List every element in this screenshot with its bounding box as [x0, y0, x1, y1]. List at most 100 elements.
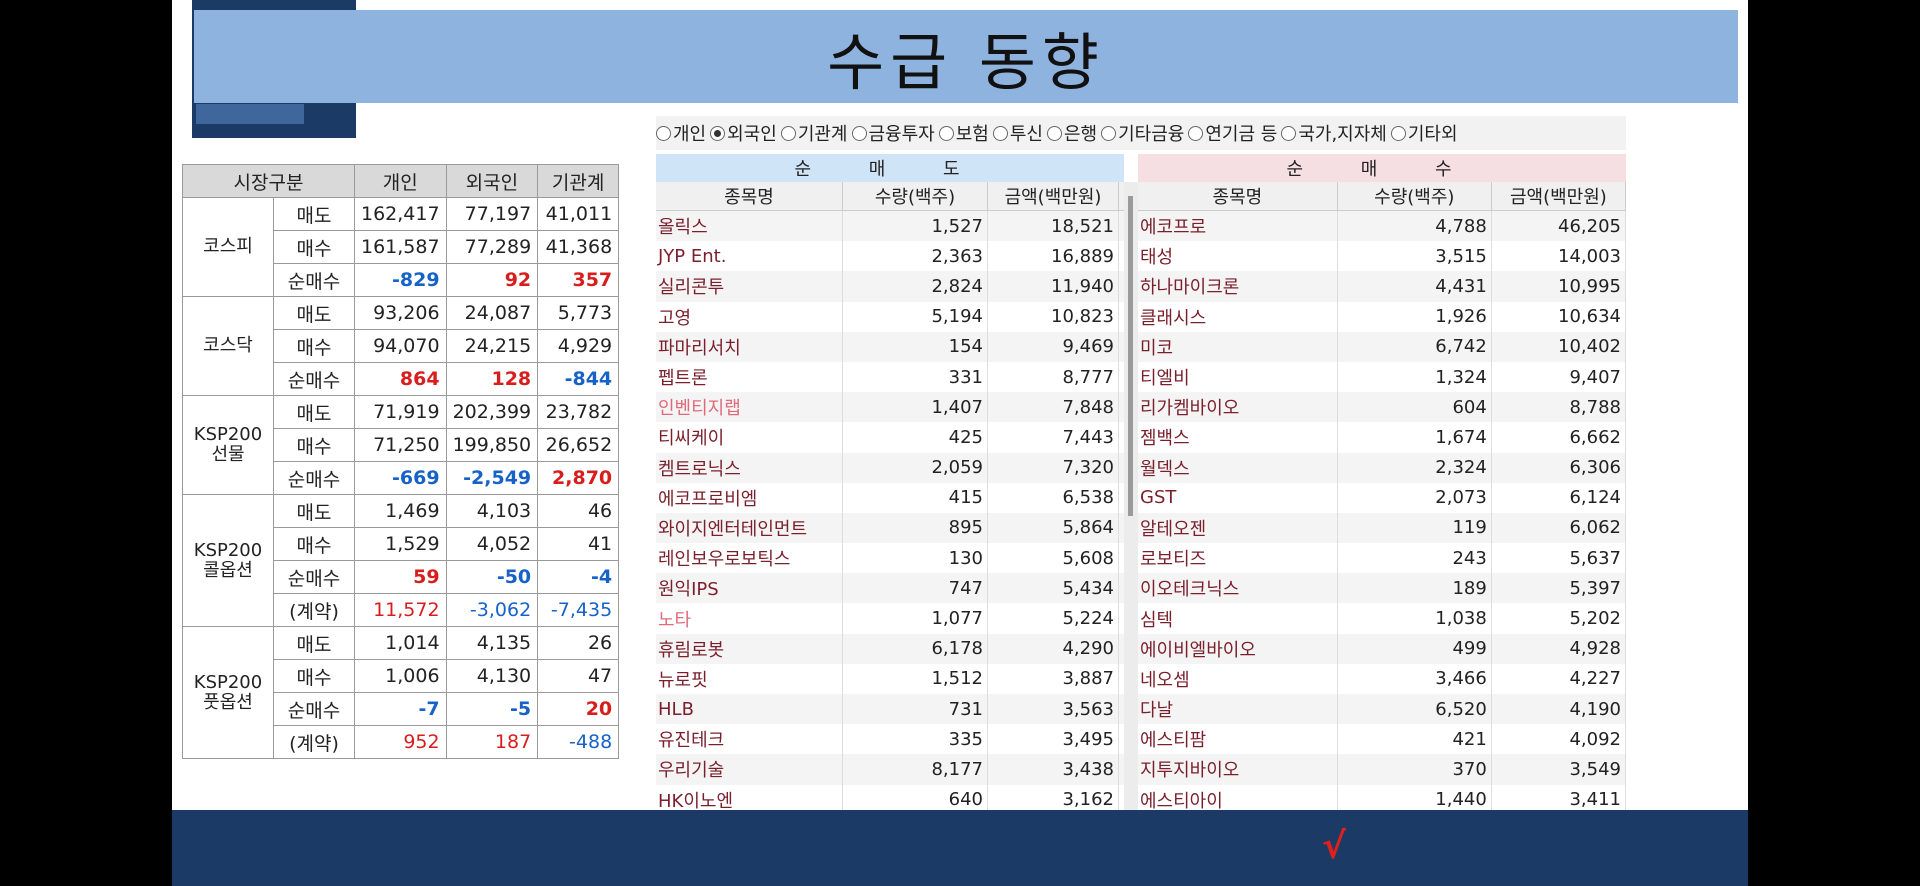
stock-name[interactable]: JYP Ent. — [656, 241, 843, 272]
stock-name[interactable]: 우리기술 — [656, 754, 843, 785]
stock-name[interactable]: 원익IPS — [656, 573, 843, 604]
investor-radio-기타금융[interactable]: 기타금융 — [1101, 120, 1184, 146]
net-sell-stock-row[interactable]: HLB 731 3,563 — [656, 694, 1124, 725]
net-buy-stock-row[interactable]: 클래시스 1,926 10,634 — [1138, 301, 1626, 332]
radio-circle-icon[interactable] — [851, 125, 867, 141]
net-buy-stock-row[interactable]: 리가켐바이오 604 8,788 — [1138, 392, 1626, 423]
stock-name[interactable]: 다날 — [1138, 694, 1338, 725]
stock-name[interactable]: GST — [1138, 482, 1338, 513]
investor-radio-외국인[interactable]: 외국인 — [710, 120, 777, 146]
stock-name[interactable]: 에스티팜 — [1138, 724, 1338, 755]
net-buy-stock-row[interactable]: 심텍 1,038 5,202 — [1138, 603, 1626, 634]
net-sell-stock-row[interactable]: 노타 1,077 5,224 — [656, 603, 1124, 634]
stock-name[interactable]: 에이비엘바이오 — [1138, 633, 1338, 664]
net-sell-stock-row[interactable]: 원익IPS 747 5,434 — [656, 573, 1124, 604]
stock-name[interactable]: 젬백스 — [1138, 422, 1338, 453]
investor-radio-투신[interactable]: 투신 — [992, 120, 1043, 146]
stock-name[interactable]: 실리콘투 — [656, 271, 843, 302]
radio-circle-icon[interactable] — [656, 125, 671, 141]
stock-name[interactable]: 레인보우로보틱스 — [656, 543, 843, 574]
net-buy-stock-row[interactable]: 이오테크닉스 189 5,397 — [1138, 573, 1626, 604]
stock-name[interactable]: 티엘비 — [1138, 361, 1338, 393]
net-sell-stock-row[interactable]: 에코프로비엠 415 6,538 — [656, 482, 1124, 513]
stock-name[interactable]: 심텍 — [1138, 603, 1338, 634]
radio-circle-icon[interactable] — [992, 125, 1008, 141]
stock-name[interactable]: 파마리서치 — [656, 331, 843, 362]
radio-circle-icon[interactable] — [1047, 125, 1062, 141]
stock-name[interactable]: 클래시스 — [1138, 301, 1338, 332]
net-buy-stock-row[interactable]: 티엘비 1,324 9,407 — [1138, 361, 1626, 393]
net-buy-stock-row[interactable]: 네오셈 3,466 4,227 — [1138, 663, 1626, 694]
stock-name[interactable]: 이오테크닉스 — [1138, 573, 1338, 604]
stock-name[interactable]: 티씨케이 — [656, 422, 843, 453]
net-buy-stock-row[interactable]: 에이비엘바이오 499 4,928 — [1138, 633, 1626, 664]
net-buy-stock-row[interactable]: 에스티팜 421 4,092 — [1138, 724, 1626, 755]
stock-name[interactable]: 휴림로봇 — [656, 633, 843, 664]
net-sell-stock-row[interactable]: 인벤티지랩 1,407 7,848 — [656, 392, 1124, 423]
stock-name[interactable]: 노타 — [656, 603, 843, 634]
net-sell-stock-row[interactable]: 와이지엔터테인먼트 895 5,864 — [656, 512, 1124, 544]
radio-circle-icon[interactable] — [1281, 125, 1297, 141]
net-sell-stock-row[interactable]: 유진테크 335 3,495 — [656, 724, 1124, 755]
net-sell-stock-row[interactable]: 휴림로봇 6,178 4,290 — [656, 633, 1124, 664]
stock-name[interactable]: 켐트로닉스 — [656, 452, 843, 483]
radio-circle-icon[interactable] — [710, 125, 726, 141]
radio-circle-icon[interactable] — [780, 125, 796, 141]
stock-name[interactable]: 미코 — [1138, 331, 1338, 362]
net-buy-stock-row[interactable]: 알테오젠 119 6,062 — [1138, 512, 1626, 544]
investor-radio-기타외[interactable]: 기타외 — [1390, 120, 1458, 146]
stock-name[interactable]: 펩트론 — [656, 361, 843, 393]
net-sell-stock-row[interactable]: 고영 5,194 10,823 — [656, 301, 1124, 332]
investor-radio-연기금 등[interactable]: 연기금 등 — [1188, 120, 1277, 146]
net-sell-stock-row[interactable]: JYP Ent. 2,363 16,889 — [656, 241, 1124, 272]
net-sell-stock-row[interactable]: 파마리서치 154 9,469 — [656, 331, 1124, 362]
investor-radio-은행[interactable]: 은행 — [1047, 120, 1097, 146]
stock-name[interactable]: 고영 — [656, 301, 843, 332]
stock-name[interactable]: 로보티즈 — [1138, 543, 1338, 574]
radio-circle-icon[interactable] — [1390, 125, 1406, 141]
investor-radio-보험[interactable]: 보험 — [938, 120, 989, 146]
investor-radio-기관계[interactable]: 기관계 — [780, 120, 848, 146]
net-sell-stock-row[interactable]: 레인보우로보틱스 130 5,608 — [656, 543, 1124, 574]
net-sell-stock-row[interactable]: 뉴로핏 1,512 3,887 — [656, 663, 1124, 694]
radio-circle-icon[interactable] — [938, 125, 954, 141]
stock-name[interactable]: 올릭스 — [656, 211, 843, 242]
net-buy-stock-row[interactable]: GST 2,073 6,124 — [1138, 482, 1626, 513]
net-sell-stock-row[interactable]: 우리기술 8,177 3,438 — [656, 754, 1124, 785]
net-buy-stock-row[interactable]: 로보티즈 243 5,637 — [1138, 543, 1626, 574]
stock-name[interactable]: 알테오젠 — [1138, 512, 1338, 544]
investor-radio-국가,지자체[interactable]: 국가,지자체 — [1281, 120, 1387, 146]
net-sell-stock-row[interactable]: 올릭스 1,527 18,521 — [656, 211, 1124, 242]
stock-name[interactable]: 리가켐바이오 — [1138, 392, 1338, 423]
net-buy-stock-row[interactable]: 월덱스 2,324 6,306 — [1138, 452, 1626, 483]
net-buy-stock-row[interactable]: 하나마이크론 4,431 10,995 — [1138, 271, 1626, 302]
radio-circle-icon[interactable] — [1188, 125, 1204, 141]
radio-circle-icon[interactable] — [1101, 125, 1117, 141]
net-buy-stock-row[interactable]: 태성 3,515 14,003 — [1138, 241, 1626, 272]
stock-name[interactable]: 하나마이크론 — [1138, 271, 1338, 302]
net-buy-stock-row[interactable]: 에코프로 4,788 46,205 — [1138, 211, 1626, 242]
investor-radio-개인[interactable]: 개인 — [656, 120, 706, 146]
stock-name[interactable]: 지투지바이오 — [1138, 754, 1338, 785]
net-buy-stock-row[interactable]: 미코 6,742 10,402 — [1138, 331, 1626, 362]
stock-name[interactable]: 인벤티지랩 — [656, 392, 843, 423]
net-sell-stock-row[interactable]: 켐트로닉스 2,059 7,320 — [656, 452, 1124, 483]
stock-name[interactable]: 에코프로비엠 — [656, 482, 843, 513]
net-buy-stock-row[interactable]: 젬백스 1,674 6,662 — [1138, 422, 1626, 453]
investor-radio-금융투자[interactable]: 금융투자 — [851, 120, 935, 146]
stock-name[interactable]: 와이지엔터테인먼트 — [656, 512, 843, 544]
net-sell-stock-row[interactable]: 티씨케이 425 7,443 — [656, 422, 1124, 453]
stock-name[interactable]: 에코프로 — [1138, 211, 1338, 242]
stock-name[interactable]: 월덱스 — [1138, 452, 1338, 483]
stock-name[interactable]: 네오셈 — [1138, 663, 1338, 694]
scrollbar[interactable] — [1124, 182, 1138, 818]
net-buy-stock-row[interactable]: 다날 6,520 4,190 — [1138, 694, 1626, 725]
scrollbar-thumb[interactable] — [1128, 196, 1133, 516]
stock-name[interactable]: 유진테크 — [656, 724, 843, 755]
net-buy-stock-row[interactable]: 지투지바이오 370 3,549 — [1138, 754, 1626, 785]
stock-name[interactable]: HLB — [656, 694, 843, 725]
net-sell-stock-row[interactable]: 실리콘투 2,824 11,940 — [656, 271, 1124, 302]
net-sell-stock-row[interactable]: 펩트론 331 8,777 — [656, 361, 1124, 393]
stock-name[interactable]: 뉴로핏 — [656, 663, 843, 694]
stock-name[interactable]: 태성 — [1138, 241, 1338, 272]
